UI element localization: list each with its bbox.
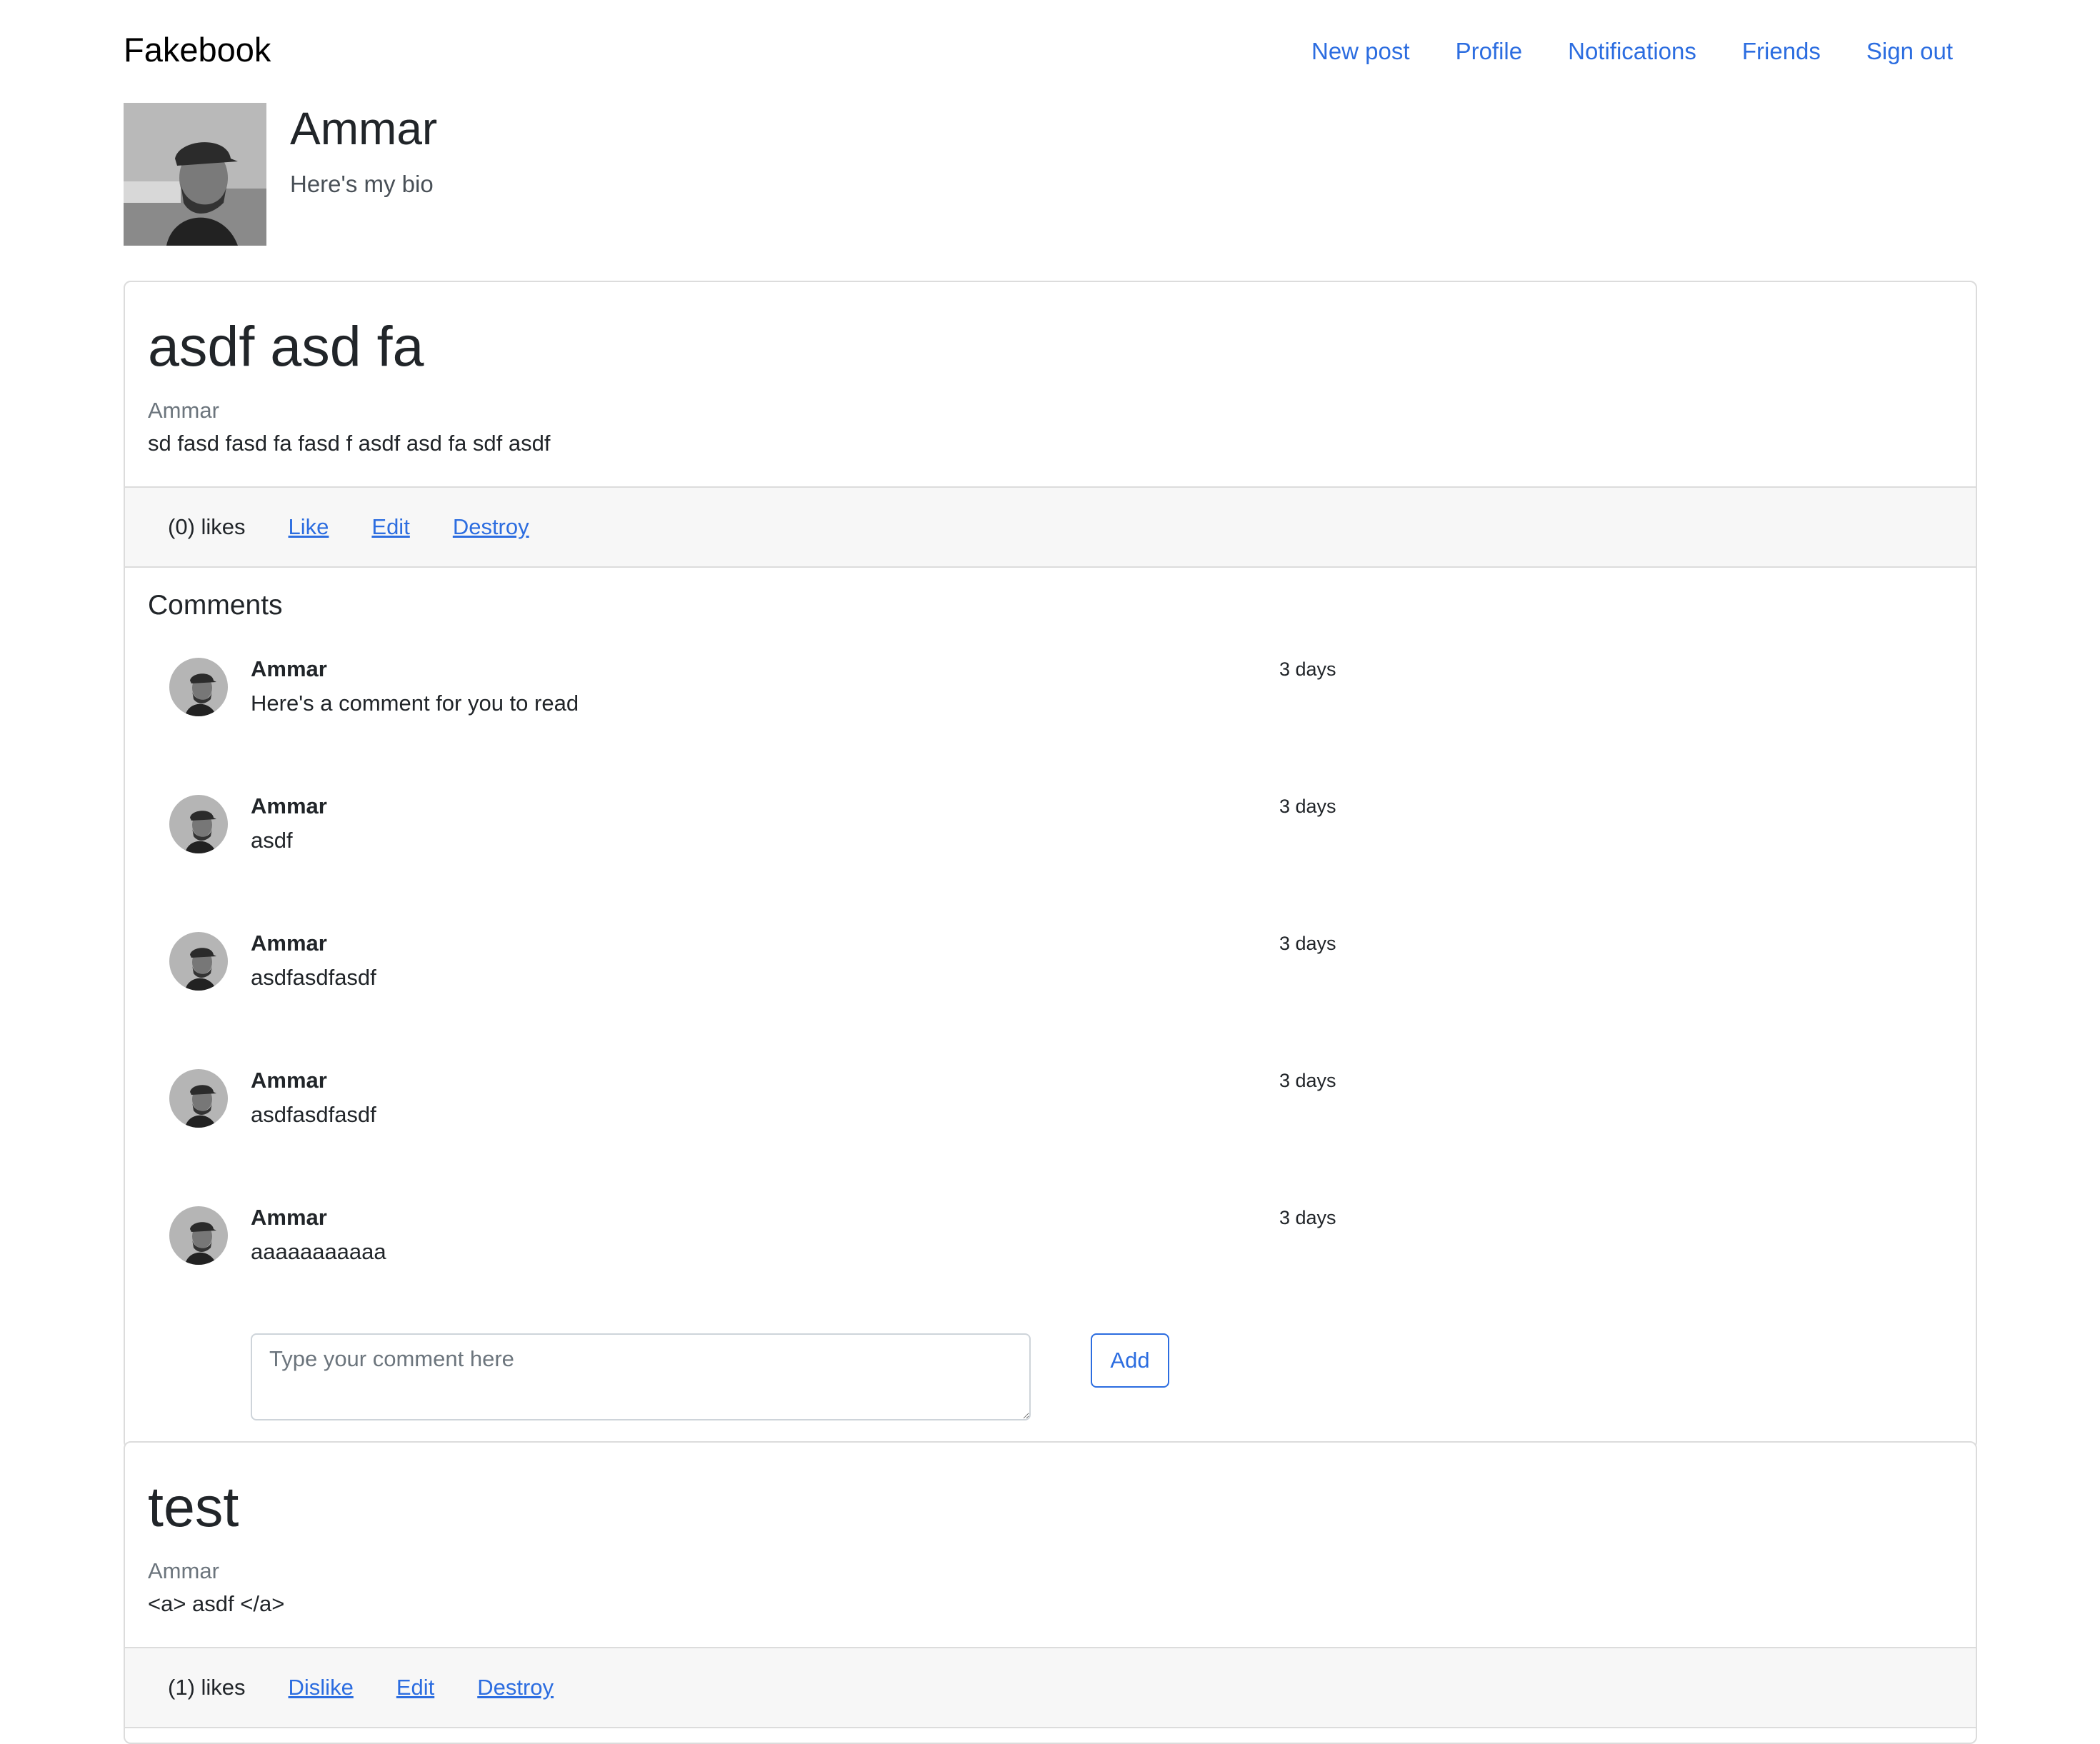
navbar: Fakebook New post Profile Notifications …: [124, 0, 1976, 100]
profile-header: Ammar Here's my bio: [124, 100, 1976, 279]
comment-author: Ammar: [251, 1205, 327, 1230]
post-title: asdf asd fa: [148, 314, 424, 378]
comment-text: asdf: [251, 828, 293, 853]
nav-links: New post Profile Notifications Friends S…: [1311, 30, 1953, 73]
post-author: Ammar: [148, 398, 219, 423]
comment-time: 3 days: [1279, 796, 1336, 817]
comment-text: asdfasdfasdf: [251, 1102, 376, 1127]
profile-name: Ammar: [290, 103, 438, 154]
post-footer: (1) likes Dislike Edit Destroy: [125, 1647, 1976, 1728]
comment-item: Ammar asdf 3 days: [148, 791, 1953, 928]
comment-text: aaaaaaaaaaa: [251, 1239, 386, 1264]
comment-author: Ammar: [251, 1068, 327, 1093]
post-text: <a> asdf </a>: [148, 1591, 285, 1616]
profile-bio: Here's my bio: [290, 171, 434, 197]
post-body: test Ammar <a> asdf </a>: [125, 1443, 1976, 1647]
likes-count: (1) likes: [168, 1675, 246, 1700]
post-footer: (0) likes Like Edit Destroy: [125, 486, 1976, 568]
add-comment-button[interactable]: Add: [1091, 1333, 1169, 1388]
comment-avatar: [169, 1069, 228, 1128]
comment-avatar: [169, 795, 228, 853]
post-card: asdf asd fa Ammar sd fasd fasd fa fasd f…: [124, 281, 1977, 1449]
comment-avatar: [169, 932, 228, 991]
nav-new-post[interactable]: New post: [1311, 30, 1410, 73]
nav-sign-out[interactable]: Sign out: [1866, 30, 1953, 73]
comment-input[interactable]: [251, 1333, 1031, 1420]
edit-link[interactable]: Edit: [371, 514, 409, 540]
comment-time: 3 days: [1279, 1207, 1336, 1228]
comment-item: Ammar asdfasdfasdf 3 days: [148, 928, 1953, 1065]
comment-text: Here's a comment for you to read: [251, 691, 579, 716]
post-body: asdf asd fa Ammar sd fasd fasd fa fasd f…: [125, 282, 1976, 486]
comment-item: Ammar aaaaaaaaaaa 3 days: [148, 1202, 1953, 1339]
comments-heading: Comments: [148, 590, 283, 621]
comment-time: 3 days: [1279, 658, 1336, 680]
dislike-link[interactable]: Dislike: [289, 1675, 354, 1700]
like-link[interactable]: Like: [289, 514, 329, 540]
profile-avatar: [124, 103, 266, 246]
comment-time: 3 days: [1279, 933, 1336, 954]
brand-logo[interactable]: Fakebook: [124, 27, 271, 73]
comment-author: Ammar: [251, 656, 327, 681]
comment-author: Ammar: [251, 931, 327, 956]
comment-item: Ammar Here's a comment for you to read 3…: [148, 653, 1953, 791]
comment-item: Ammar asdfasdfasdf 3 days: [148, 1065, 1953, 1202]
comment-text: asdfasdfasdf: [251, 965, 376, 990]
post-author: Ammar: [148, 1558, 219, 1583]
comment-time: 3 days: [1279, 1070, 1336, 1091]
likes-count: (0) likes: [168, 514, 246, 539]
nav-friends[interactable]: Friends: [1742, 30, 1821, 73]
post-card: test Ammar <a> asdf </a> (1) likes Disli…: [124, 1441, 1977, 1744]
edit-link[interactable]: Edit: [396, 1675, 434, 1700]
comment-author: Ammar: [251, 793, 327, 818]
nav-profile[interactable]: Profile: [1456, 30, 1523, 73]
nav-notifications[interactable]: Notifications: [1568, 30, 1696, 73]
destroy-link[interactable]: Destroy: [453, 514, 529, 540]
destroy-link[interactable]: Destroy: [477, 1675, 554, 1700]
comment-avatar: [169, 658, 228, 716]
post-text: sd fasd fasd fa fasd f asdf asd fa sdf a…: [148, 431, 551, 456]
comment-avatar: [169, 1206, 228, 1265]
comment-form: Add: [148, 1333, 1953, 1426]
post-title: test: [148, 1475, 239, 1538]
comments-section: Comments Ammar Here's a comment for you …: [125, 568, 1976, 1448]
